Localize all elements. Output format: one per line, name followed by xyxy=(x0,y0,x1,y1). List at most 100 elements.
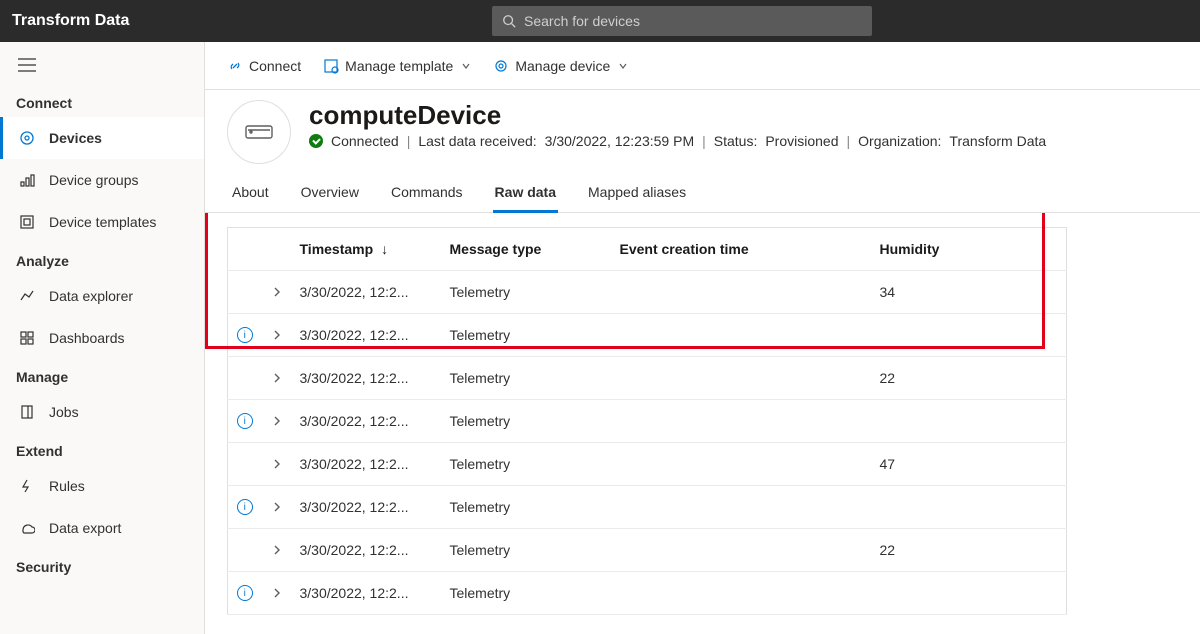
col-header-humidity[interactable]: Humidity xyxy=(872,228,1067,271)
cell-event-creation xyxy=(612,357,872,400)
cell-event-creation xyxy=(612,443,872,486)
chevron-right-icon[interactable] xyxy=(272,544,282,556)
hamburger-icon xyxy=(18,58,36,72)
top-bar: Transform Data xyxy=(0,0,1200,42)
connect-button[interactable]: Connect xyxy=(227,58,301,74)
search-input[interactable] xyxy=(524,13,862,29)
sidebar-item-label: Data explorer xyxy=(49,288,133,304)
cell-humidity: 34 xyxy=(872,271,1067,314)
cell-humidity xyxy=(872,572,1067,615)
sidebar-item-dashboards[interactable]: Dashboards xyxy=(0,317,204,359)
status-name-label: Status: xyxy=(714,133,758,149)
rules-icon xyxy=(19,478,35,494)
cell-humidity xyxy=(872,486,1067,529)
cell-timestamp: 3/30/2022, 12:2... xyxy=(292,400,442,443)
cell-event-creation xyxy=(612,529,872,572)
col-header-event-creation[interactable]: Event creation time xyxy=(612,228,872,271)
status-name-value: Provisioned xyxy=(765,133,838,149)
sidebar-item-devices[interactable]: Devices xyxy=(0,117,204,159)
device-name: computeDevice xyxy=(309,100,1046,131)
cell-message-type: Telemetry xyxy=(442,443,612,486)
table-row[interactable]: 3/30/2022, 12:2...Telemetry22 xyxy=(228,529,1067,572)
cell-humidity xyxy=(872,400,1067,443)
sidebar-item-data-export[interactable]: Data export xyxy=(0,507,204,549)
table-row[interactable]: 3/30/2022, 12:2...Telemetry22 xyxy=(228,357,1067,400)
device-templates-icon xyxy=(19,214,35,230)
table-row[interactable]: i3/30/2022, 12:2...Telemetry xyxy=(228,314,1067,357)
chevron-right-icon[interactable] xyxy=(272,286,282,298)
chevron-right-icon[interactable] xyxy=(272,329,282,341)
side-section-extend: Extend xyxy=(0,433,204,465)
sidebar-item-rules[interactable]: Rules xyxy=(0,465,204,507)
cell-timestamp: 3/30/2022, 12:2... xyxy=(292,271,442,314)
info-icon[interactable]: i xyxy=(237,413,253,429)
data-explorer-icon xyxy=(19,288,35,304)
hamburger-button[interactable] xyxy=(0,54,204,85)
manage-device-label: Manage device xyxy=(515,58,610,74)
chevron-right-icon[interactable] xyxy=(272,415,282,427)
sidebar-item-label: Devices xyxy=(49,130,102,146)
cell-timestamp: 3/30/2022, 12:2... xyxy=(292,443,442,486)
tab-raw-data[interactable]: Raw data xyxy=(493,178,558,213)
status-indicator-icon xyxy=(309,134,323,148)
tab-mapped-aliases[interactable]: Mapped aliases xyxy=(586,178,688,213)
sidebar-item-data-explorer[interactable]: Data explorer xyxy=(0,275,204,317)
info-icon[interactable]: i xyxy=(237,499,253,515)
chevron-right-icon[interactable] xyxy=(272,372,282,384)
sidebar-item-label: Device groups xyxy=(49,172,139,188)
cell-message-type: Telemetry xyxy=(442,400,612,443)
tab-commands[interactable]: Commands xyxy=(389,178,465,213)
status-connected-label: Connected xyxy=(331,133,399,149)
chevron-right-icon[interactable] xyxy=(272,587,282,599)
sidebar-item-label: Dashboards xyxy=(49,330,125,346)
side-section-connect: Connect xyxy=(0,85,204,117)
raw-data-table: Timestamp ↓ Message type Event creation … xyxy=(227,227,1067,615)
cell-humidity: 22 xyxy=(872,357,1067,400)
cell-humidity: 47 xyxy=(872,443,1067,486)
manage-device-button[interactable]: Manage device xyxy=(493,58,628,74)
cell-message-type: Telemetry xyxy=(442,572,612,615)
jobs-icon xyxy=(19,404,35,420)
cell-event-creation xyxy=(612,486,872,529)
sidebar-item-device-groups[interactable]: Device groups xyxy=(0,159,204,201)
device-toolbar: Connect Manage template Manage device xyxy=(205,42,1200,90)
col-header-timestamp[interactable]: Timestamp ↓ xyxy=(292,228,442,271)
chevron-down-icon xyxy=(461,61,471,71)
table-row[interactable]: 3/30/2022, 12:2...Telemetry 34 xyxy=(228,271,1067,314)
tab-about[interactable]: About xyxy=(230,178,271,213)
dashboards-icon xyxy=(19,330,35,346)
table-row[interactable]: i3/30/2022, 12:2...Telemetry xyxy=(228,486,1067,529)
cell-message-type: Telemetry xyxy=(442,271,612,314)
info-icon[interactable]: i xyxy=(237,585,253,601)
chevron-down-icon xyxy=(618,61,628,71)
sidebar-item-label: Jobs xyxy=(49,404,79,420)
separator: | xyxy=(702,133,706,149)
last-data-label: Last data received: xyxy=(418,133,536,149)
search-box[interactable] xyxy=(492,6,872,36)
sidebar-item-label: Device templates xyxy=(49,214,156,230)
tab-overview[interactable]: Overview xyxy=(299,178,361,213)
devices-icon xyxy=(19,130,35,146)
table-row[interactable]: 3/30/2022, 12:2...Telemetry 47 xyxy=(228,443,1067,486)
chevron-right-icon[interactable] xyxy=(272,458,282,470)
cell-message-type: Telemetry xyxy=(442,314,612,357)
cell-message-type: Telemetry xyxy=(442,529,612,572)
side-section-analyze: Analyze xyxy=(0,243,204,275)
separator: | xyxy=(407,133,411,149)
device-avatar xyxy=(227,100,291,164)
cell-humidity xyxy=(872,314,1067,357)
table-row[interactable]: i 3/30/2022, 12:2...Telemetry xyxy=(228,400,1067,443)
separator: | xyxy=(847,133,851,149)
manage-template-label: Manage template xyxy=(345,58,453,74)
sidebar-item-jobs[interactable]: Jobs xyxy=(0,391,204,433)
table-row[interactable]: i3/30/2022, 12:2...Telemetry xyxy=(228,572,1067,615)
sidebar-item-device-templates[interactable]: Device templates xyxy=(0,201,204,243)
cell-event-creation xyxy=(612,400,872,443)
sidebar-item-label: Rules xyxy=(49,478,85,494)
col-header-message-type[interactable]: Message type xyxy=(442,228,612,271)
info-icon[interactable]: i xyxy=(237,327,253,343)
device-groups-icon xyxy=(19,172,35,188)
chevron-right-icon[interactable] xyxy=(272,501,282,513)
manage-template-button[interactable]: Manage template xyxy=(323,58,471,74)
device-avatar-icon xyxy=(244,122,274,142)
